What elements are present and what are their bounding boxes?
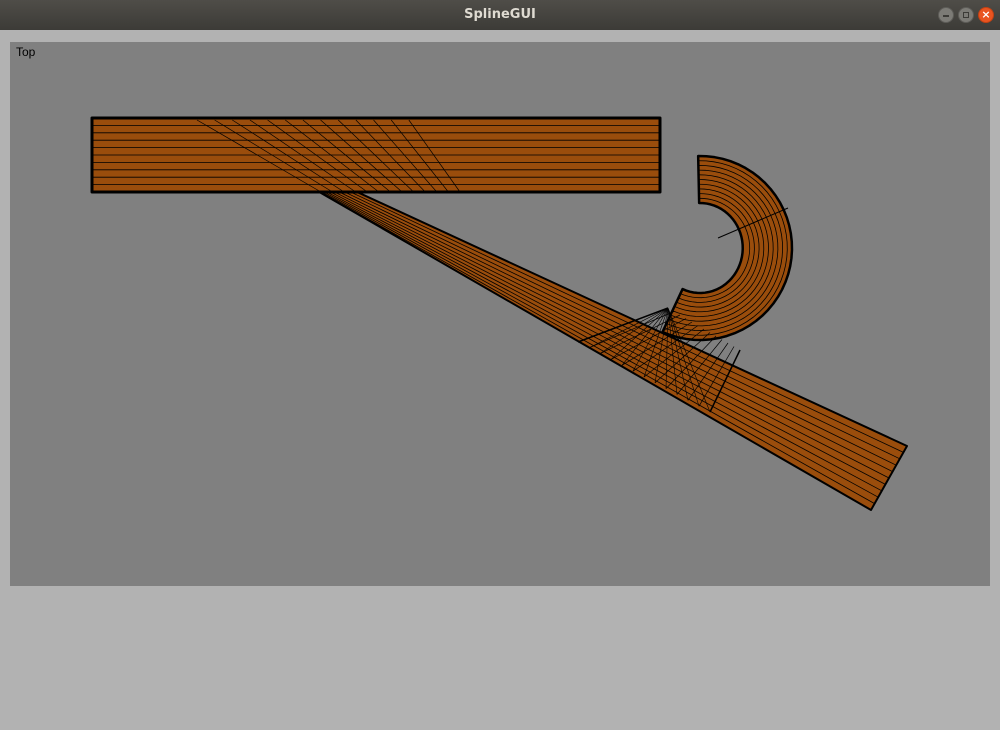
minimize-button[interactable] <box>938 7 954 23</box>
diagonal-strip-line <box>283 170 882 492</box>
maximize-icon <box>963 12 969 18</box>
close-icon: × <box>981 8 991 21</box>
curved-bend <box>661 154 794 342</box>
window-title: SplineGUI <box>464 7 536 22</box>
minimize-icon <box>943 15 949 17</box>
title-bar[interactable]: SplineGUI × <box>0 0 1000 30</box>
close-button[interactable]: × <box>978 7 994 23</box>
status-area <box>0 586 1000 730</box>
diagonal-strip-line <box>246 147 893 472</box>
maximize-button[interactable] <box>958 7 974 23</box>
diagonal-strip-line <box>271 162 886 485</box>
diagonal-strip-line <box>258 155 890 479</box>
top-viewport[interactable]: Top <box>10 42 990 586</box>
spline-mesh-canvas[interactable] <box>10 42 990 586</box>
diagonal-strip-line <box>296 177 879 498</box>
spline-mesh <box>90 116 908 511</box>
